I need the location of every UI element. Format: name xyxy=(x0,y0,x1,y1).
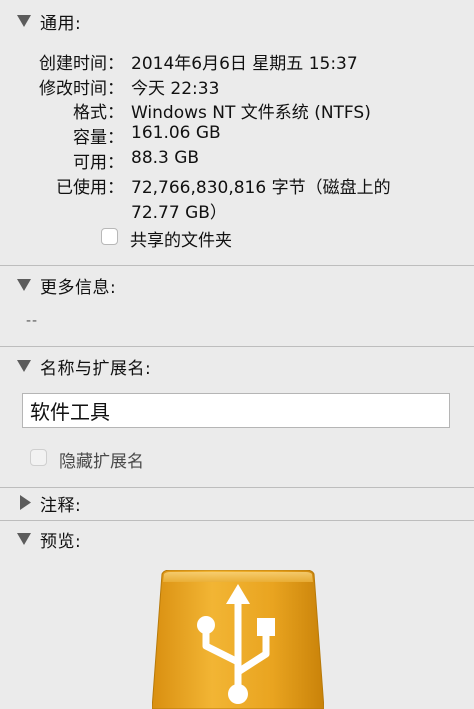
format-label: 格式： xyxy=(73,103,124,123)
section-divider xyxy=(0,520,474,521)
name-ext-section-title: 名称与扩展名: xyxy=(40,358,152,379)
name-input[interactable] xyxy=(22,393,450,428)
info-row-capacity: 容量： 161.06 GB xyxy=(0,123,474,149)
section-divider xyxy=(0,265,474,266)
comments-section-header[interactable]: 注释: xyxy=(0,488,474,518)
preview-section-title: 预览: xyxy=(40,531,82,552)
disclosure-triangle-expanded-icon[interactable] xyxy=(14,10,36,32)
modified-label: 修改时间： xyxy=(39,79,124,99)
format-value: Windows NT 文件系统 (NTFS) xyxy=(131,103,371,123)
info-row-format: 格式： Windows NT 文件系统 (NTFS) xyxy=(0,98,474,124)
general-section-title: 通用: xyxy=(40,13,82,34)
usb-drive-icon xyxy=(152,570,324,709)
modified-value: 今天 22:33 xyxy=(131,79,220,99)
shared-folder-checkbox[interactable] xyxy=(101,228,118,245)
info-row-created: 创建时间： 2014年6月6日 星期五 15:37 xyxy=(0,49,474,75)
more-info-section-header[interactable]: 更多信息: xyxy=(0,270,474,300)
created-value: 2014年6月6日 星期五 15:37 xyxy=(131,54,358,74)
comments-section-title: 注释: xyxy=(40,495,82,516)
used-label: 已使用： xyxy=(56,178,124,198)
info-row-used: 已使用： 72,766,830,816 字节（磁盘上的 xyxy=(0,173,474,199)
created-label: 创建时间： xyxy=(39,54,124,74)
disclosure-triangle-collapsed-icon[interactable] xyxy=(14,492,36,514)
used-value: 72,766,830,816 字节（磁盘上的 xyxy=(131,178,391,198)
disclosure-triangle-expanded-icon[interactable] xyxy=(14,355,36,377)
info-row-available: 可用： 88.3 GB xyxy=(0,148,474,174)
capacity-value: 161.06 GB xyxy=(131,123,221,143)
general-section-header[interactable]: 通用: xyxy=(0,6,474,36)
used-value-line2: 72.77 GB） xyxy=(131,203,227,223)
shared-folder-label[interactable]: 共享的文件夹 xyxy=(130,226,232,251)
more-info-section-title: 更多信息: xyxy=(40,277,117,298)
name-ext-section-header[interactable]: 名称与扩展名: xyxy=(0,351,474,381)
capacity-label: 容量： xyxy=(73,128,124,148)
disclosure-triangle-expanded-icon[interactable] xyxy=(14,274,36,296)
more-info-placeholder: -- xyxy=(26,313,39,329)
available-label: 可用： xyxy=(73,153,124,173)
preview-section-header[interactable]: 预览: xyxy=(0,524,474,554)
disclosure-triangle-expanded-icon[interactable] xyxy=(14,528,36,550)
info-row-used-cont: 72.77 GB） xyxy=(0,198,474,224)
info-row-modified: 修改时间： 今天 22:33 xyxy=(0,74,474,100)
hide-extension-label[interactable]: 隐藏扩展名 xyxy=(59,447,144,472)
section-divider xyxy=(0,346,474,347)
hide-extension-checkbox[interactable] xyxy=(30,449,47,466)
available-value: 88.3 GB xyxy=(131,148,200,168)
